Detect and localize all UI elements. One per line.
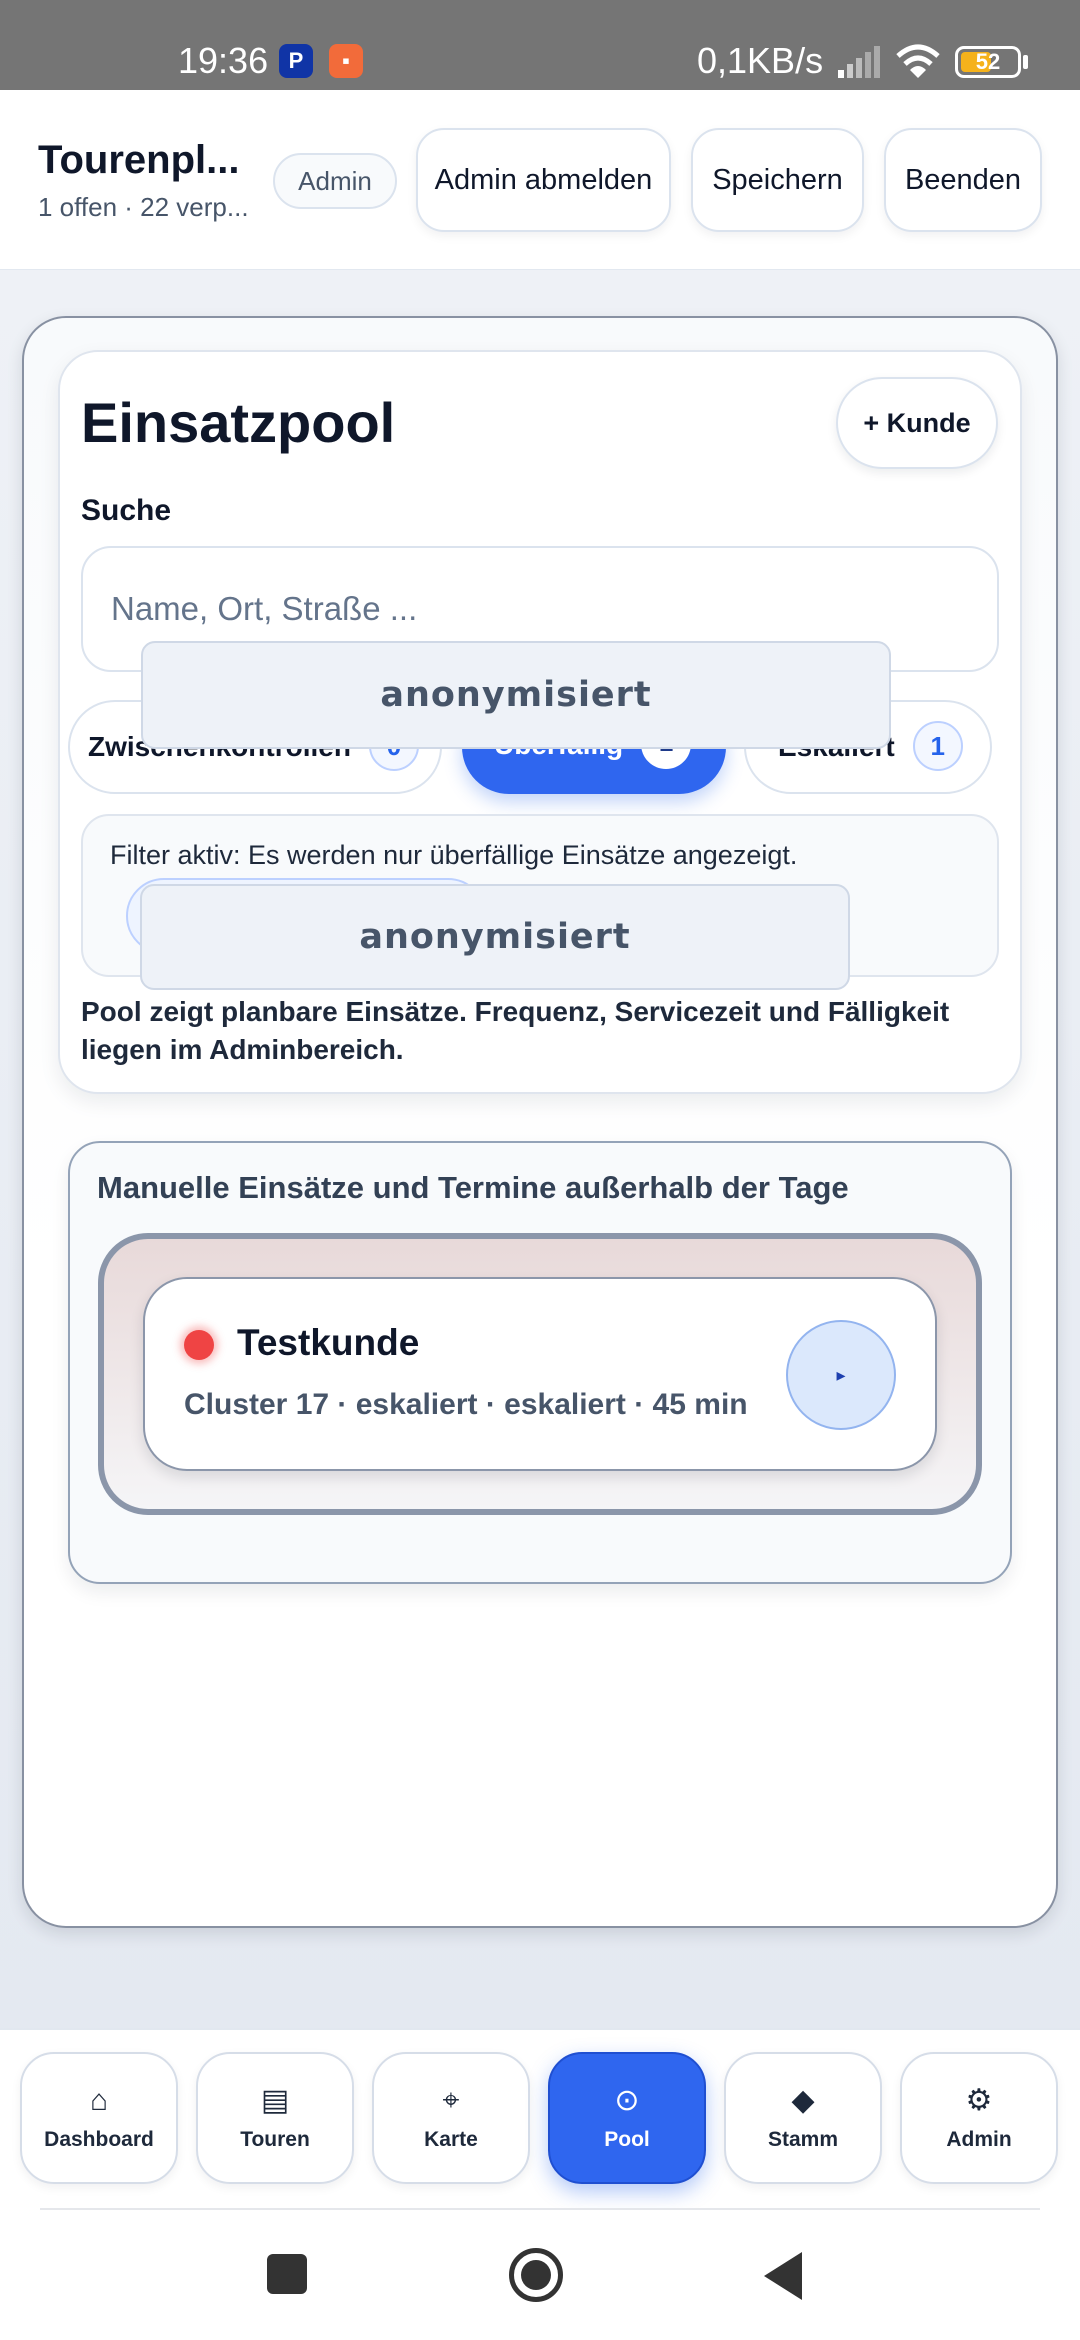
signal-icon	[838, 46, 880, 78]
nav-label: Dashboard	[44, 2128, 154, 2151]
nav-map[interactable]: ⌖ Karte	[372, 2052, 530, 2184]
home-button-dot	[521, 2260, 551, 2290]
home-icon: ⌂	[89, 2084, 109, 2117]
back-button[interactable]	[764, 2252, 802, 2300]
nav-label: Admin	[946, 2128, 1012, 2151]
wifi-icon	[896, 44, 940, 78]
add-customer-button[interactable]: + Kunde	[836, 377, 998, 469]
nav-admin[interactable]: ⚙ Admin	[900, 2052, 1058, 2184]
recorder-icon: ▪	[329, 44, 363, 78]
nav-label: Karte	[424, 2128, 478, 2151]
pool-info-text: Pool zeigt planbare Einsätze. Frequenz, …	[81, 996, 950, 1065]
section-title: Manuelle Einsätze und Termine außerhalb …	[97, 1170, 849, 1205]
clock: 19:36	[178, 40, 269, 81]
task-name: Testkunde	[237, 1322, 420, 1363]
nav-tours[interactable]: ▤ Touren	[196, 2052, 354, 2184]
anonymized-overlay: anonymisiert	[140, 884, 850, 990]
nav-label: Pool	[604, 2128, 650, 2151]
battery-level: 52	[975, 49, 1001, 74]
nav-dashboard[interactable]: ⌂ Dashboard	[20, 2052, 178, 2184]
app-title: Tourenpl...	[38, 138, 240, 182]
nav-label: Stamm	[767, 2128, 839, 2151]
nav-master-data[interactable]: ◆ Stamm	[724, 2052, 882, 2184]
page-title: Einsatzpool	[81, 391, 396, 454]
gear-icon: ⚙	[965, 2084, 993, 2117]
anonymized-overlay: anonymisiert	[141, 641, 891, 749]
nav-label: Touren	[240, 2128, 310, 2151]
target-icon: ⊙	[614, 2084, 640, 2117]
battery-icon: 52	[955, 46, 1021, 78]
task-meta: Cluster 17 · eskaliert · eskaliert · 45 …	[184, 1388, 748, 1421]
filter-notice-text: Filter aktiv: Es werden nur überfällige …	[110, 840, 798, 870]
save-button[interactable]: Speichern	[691, 128, 864, 232]
crosshair-icon: ⌖	[442, 2084, 460, 2117]
app-subtitle: 1 offen · 22 verp...	[38, 192, 249, 222]
app-header: Tourenpl... 1 offen · 22 verp... Admin A…	[0, 90, 1080, 270]
chip-count: 1	[912, 720, 963, 771]
role-badge: Admin	[273, 153, 397, 209]
status-dot	[184, 1330, 214, 1360]
list-icon: ▤	[260, 2084, 290, 2117]
admin-logout-button[interactable]: Admin abmelden	[416, 128, 671, 232]
paypal-icon: P	[279, 44, 313, 78]
play-icon[interactable]: ▸	[786, 1320, 896, 1430]
quit-button[interactable]: Beenden	[884, 128, 1042, 232]
diamond-icon: ◆	[791, 2084, 815, 2117]
search-label: Suche	[81, 494, 172, 527]
network-speed: 0,1KB/s	[697, 40, 824, 81]
nav-pool[interactable]: ⊙ Pool	[548, 2052, 706, 2184]
status-bar: 19:36 P ▪ 0,1KB/s 52	[0, 0, 1080, 90]
recents-button[interactable]	[267, 2254, 307, 2294]
